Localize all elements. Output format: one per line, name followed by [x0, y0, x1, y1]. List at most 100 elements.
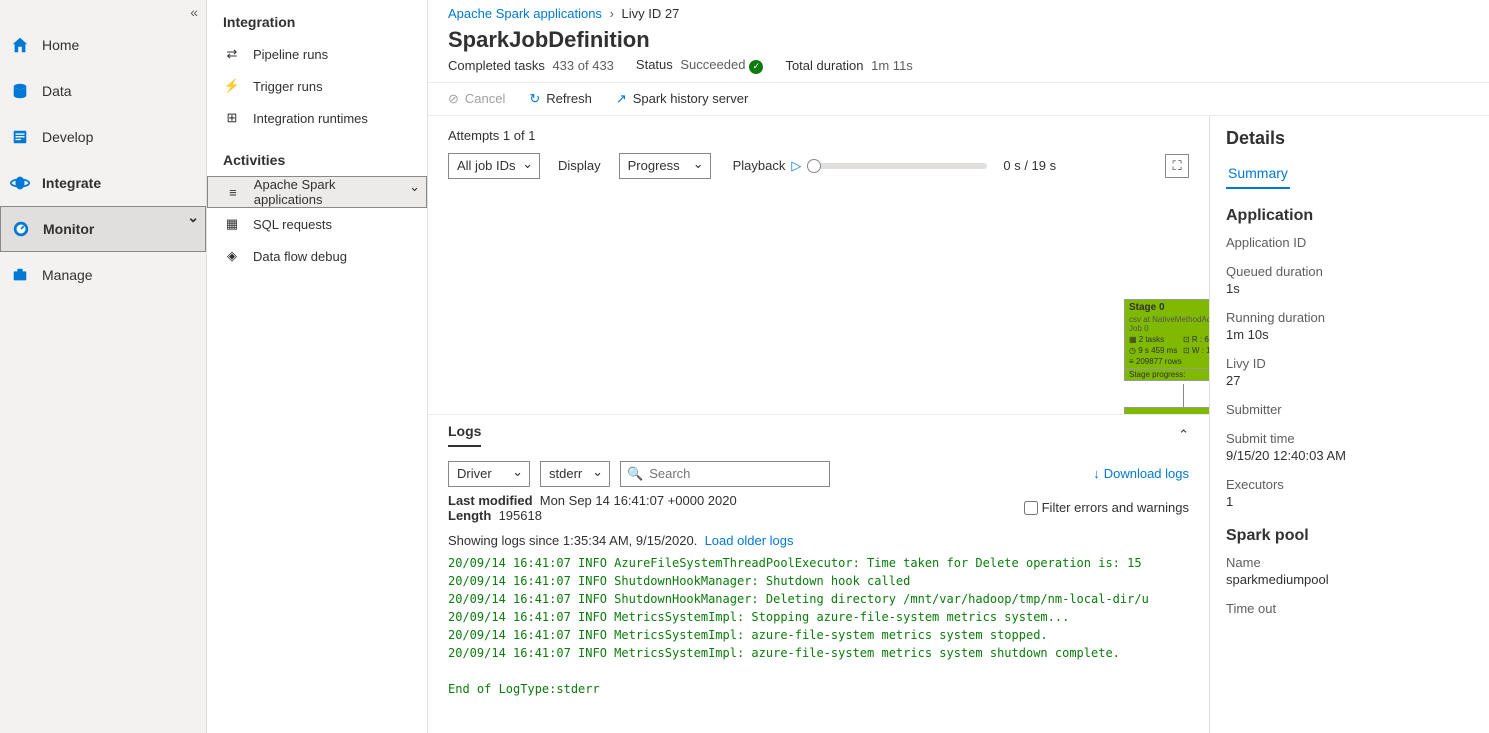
display-select[interactable]: Progress: [619, 153, 711, 179]
toolbar: ⊘Cancel ↻Refresh ↗Spark history server: [428, 82, 1489, 116]
external-link-icon: ↗: [616, 91, 627, 107]
trigger-icon: ⚡: [223, 78, 241, 94]
monitor-icon: [11, 219, 31, 239]
log-source-select[interactable]: Driver: [448, 461, 530, 487]
fit-button[interactable]: ⛶: [1165, 154, 1189, 178]
log-search[interactable]: 🔍: [620, 461, 830, 487]
application-header: Application: [1226, 207, 1473, 225]
duration-value: 1m 11s: [871, 58, 913, 73]
display-label: Display: [558, 158, 601, 173]
nav-monitor-label: Monitor: [43, 221, 94, 237]
pipeline-icon: ⇄: [223, 46, 241, 62]
breadcrumb-separator: ›: [610, 6, 614, 21]
submit-time-label: Submit time: [1226, 431, 1473, 446]
nav-spark-applications[interactable]: ≡Apache Spark applications: [207, 176, 427, 208]
play-button[interactable]: ▷: [791, 158, 801, 174]
success-icon: ✓: [749, 60, 763, 74]
log-stream-select[interactable]: stderr: [540, 461, 610, 487]
nav-trigger-runs[interactable]: ⚡Trigger runs: [207, 70, 427, 102]
page-title: SparkJobDefinition: [428, 25, 1489, 57]
livy-label: Livy ID: [1226, 356, 1473, 371]
nav-manage[interactable]: Manage: [0, 252, 206, 298]
activities-header: Activities: [207, 148, 427, 176]
executors-value: 1: [1226, 494, 1473, 509]
runtime-icon: ⊞: [223, 110, 241, 126]
manage-icon: [10, 265, 30, 285]
collapse-logs-button[interactable]: ⌃: [1178, 427, 1189, 443]
lastmod-value: Mon Sep 14 16:41:07 +0000 2020: [540, 493, 737, 508]
pool-name-value: sparkmediumpool: [1226, 572, 1473, 587]
nav-sql-requests[interactable]: ▦SQL requests: [207, 208, 427, 240]
length-value: 195618: [499, 508, 542, 523]
log-search-input[interactable]: [649, 466, 825, 481]
job-id-select[interactable]: All job IDs: [448, 153, 540, 179]
summary-tab[interactable]: Summary: [1226, 159, 1290, 189]
timeout-label: Time out: [1226, 601, 1473, 616]
appid-label: Application ID: [1226, 235, 1473, 250]
playback-time: 0 s / 19 s: [1003, 158, 1056, 173]
stage-graph: Stage 2 (Skipped)csv at NativeMethodAcce…: [428, 189, 1209, 414]
filter-errors-checkbox[interactable]: Filter errors and warnings: [1024, 493, 1189, 523]
sql-icon: ▦: [223, 216, 241, 232]
sparkpool-header: Spark pool: [1226, 527, 1473, 545]
search-icon: 🔍: [627, 466, 643, 482]
graph-header: Attempts 1 of 1: [428, 116, 1209, 153]
running-label: Running duration: [1226, 310, 1473, 325]
playback-slider[interactable]: [807, 163, 987, 169]
lastmod-label: Last modified: [448, 493, 533, 508]
nav-develop-label: Develop: [42, 129, 93, 145]
nav-monitor[interactable]: Monitor: [0, 206, 206, 252]
nav-home[interactable]: Home: [0, 22, 206, 68]
pool-name-label: Name: [1226, 555, 1473, 570]
running-value: 1m 10s: [1226, 327, 1473, 342]
cancel-button: ⊘Cancel: [448, 91, 505, 107]
nav-data-flow-debug[interactable]: ◈Data flow debug: [207, 240, 427, 272]
nav-pipeline-runs[interactable]: ⇄Pipeline runs: [207, 38, 427, 70]
submit-time-value: 9/15/20 12:40:03 AM: [1226, 448, 1473, 463]
details-title: Details: [1226, 128, 1473, 149]
nav-manage-label: Manage: [42, 267, 93, 283]
cancel-icon: ⊘: [448, 91, 459, 107]
queued-label: Queued duration: [1226, 264, 1473, 279]
logs-tab[interactable]: Logs: [448, 423, 481, 447]
nav-home-label: Home: [42, 37, 79, 53]
develop-icon: [10, 127, 30, 147]
nav-integrate[interactable]: Integrate: [0, 160, 206, 206]
nav-data-label: Data: [42, 83, 72, 99]
playback-label: Playback: [733, 158, 786, 173]
duration-label: Total duration: [785, 58, 863, 73]
logs-panel: Logs ⌃ Driver stderr 🔍 ↓Download logs La…: [428, 414, 1209, 733]
status-label: Status: [636, 57, 673, 72]
nav-integration-runtimes[interactable]: ⊞Integration runtimes: [207, 102, 427, 134]
status-value: Succeeded: [680, 57, 745, 72]
livy-value: 27: [1226, 373, 1473, 388]
download-logs-button[interactable]: ↓Download logs: [1093, 466, 1189, 481]
stage-card[interactable]: Stage 0csv at NativeMethodAccessor...Job…: [1124, 299, 1209, 381]
queued-value: 1s: [1226, 281, 1473, 296]
activities-nav: Integration ⇄Pipeline runs ⚡Trigger runs…: [207, 0, 428, 733]
breadcrumb-current: Livy ID 27: [622, 6, 680, 21]
tasks-value: 433 of 433: [552, 58, 613, 73]
spark-history-button[interactable]: ↗Spark history server: [616, 91, 749, 107]
nav-integrate-label: Integrate: [42, 175, 101, 191]
breadcrumb: Apache Spark applications › Livy ID 27: [428, 0, 1489, 25]
collapse-nav-button[interactable]: «: [190, 4, 198, 20]
left-nav: « Home Data Develop Integrate Monitor Ma…: [0, 0, 207, 733]
submitter-label: Submitter: [1226, 402, 1473, 417]
executors-label: Executors: [1226, 477, 1473, 492]
load-older-link[interactable]: Load older logs: [705, 533, 794, 548]
length-label: Length: [448, 508, 491, 523]
tasks-label: Completed tasks: [448, 58, 545, 73]
refresh-button[interactable]: ↻Refresh: [529, 91, 591, 107]
log-body: 20/09/14 16:41:07 INFO AzureFileSystemTh…: [428, 550, 1209, 702]
status-row: Completed tasks 433 of 433 Status Succee…: [428, 57, 1489, 82]
dataflow-icon: ◈: [223, 248, 241, 264]
download-icon: ↓: [1093, 466, 1100, 481]
breadcrumb-link[interactable]: Apache Spark applications: [448, 6, 602, 21]
nav-data[interactable]: Data: [0, 68, 206, 114]
integration-header: Integration: [207, 10, 427, 38]
database-icon: [10, 81, 30, 101]
refresh-icon: ↻: [529, 91, 540, 107]
attempts-label: Attempts 1 of 1: [448, 128, 535, 143]
nav-develop[interactable]: Develop: [0, 114, 206, 160]
